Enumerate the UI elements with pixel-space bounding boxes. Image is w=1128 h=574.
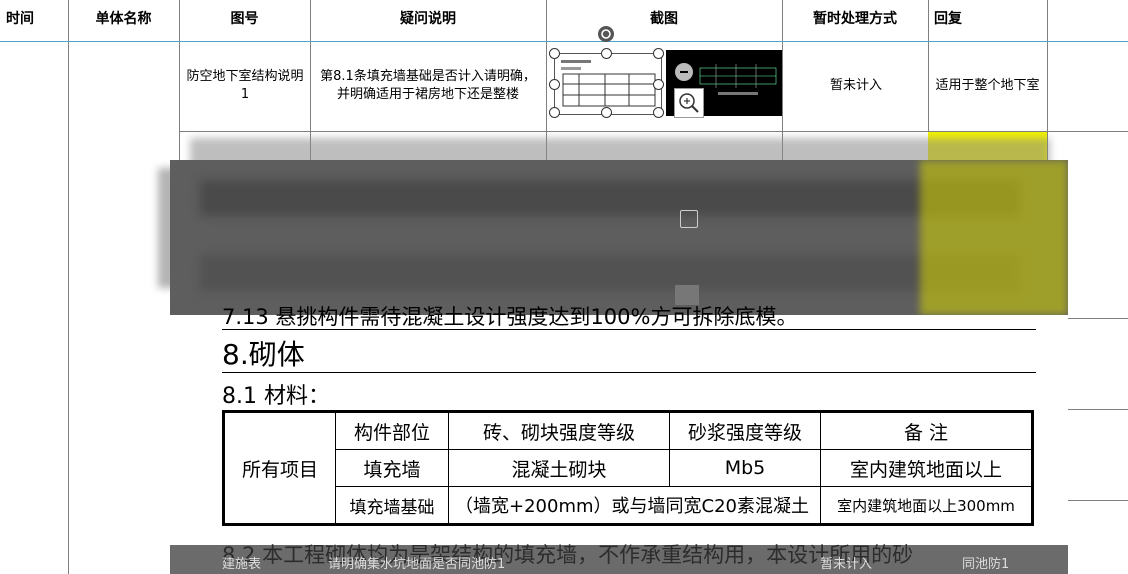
table-cell: 填充墙	[335, 449, 449, 487]
table-cell: 混凝土砌块	[448, 449, 670, 487]
selection-handle[interactable]	[601, 107, 612, 118]
copy-icon[interactable]	[680, 210, 698, 228]
rotate-handle-icon[interactable]	[598, 26, 614, 42]
header-guide-line	[0, 41, 1128, 42]
enlarged-screenshot-popup[interactable]: 7.13 悬挑构件需待混凝土设计强度达到100%方可拆除底模。 8.砌体 8.1…	[170, 160, 1068, 574]
cell-reply: 适用于整个地下室	[935, 78, 1040, 93]
popup-bottom-strip: 8.2 本工程砌体均为是架结构的填充墙，不作承重结构用，本设计所用的砂 建施表 …	[170, 543, 1068, 574]
selection-handle[interactable]	[601, 48, 612, 59]
table-header-cell: 砖、砌块强度等级	[448, 411, 670, 450]
header-reply: 回复	[934, 11, 962, 27]
selection-handle[interactable]	[653, 79, 664, 90]
table-cell: Mb5	[669, 449, 821, 487]
zoom-in-icon[interactable]	[674, 88, 704, 118]
selection-handle[interactable]	[549, 107, 560, 118]
partial-next-clause: 8.2 本工程砌体均为是架结构的填充墙，不作承重结构用，本设计所用的砂	[222, 543, 914, 567]
header-screenshot: 截图	[650, 11, 678, 27]
table-row-label: 所有项目	[223, 411, 336, 525]
selection-handle[interactable]	[653, 107, 664, 118]
bottom-row-question: 请明确集水坑地面是否同池防1	[328, 557, 506, 572]
table-header-cell: 构件部位	[335, 411, 449, 450]
table-cell: 填充墙基础	[335, 486, 449, 525]
table-cell: （墙宽+200mm）或与墙同宽C20素混凝土	[448, 486, 821, 525]
table-cell: 室内建筑地面以上	[820, 449, 1033, 487]
table-header-cell: 备 注	[820, 411, 1033, 450]
header-question: 疑问说明	[400, 11, 456, 27]
table-header-cell: 砂浆强度等级	[669, 411, 821, 450]
bottom-row-handling: 暂未计入	[820, 557, 873, 572]
rotate-arrow-graphic	[601, 29, 611, 39]
selection-handle[interactable]	[653, 48, 664, 59]
subsection-title: 8.1 材料：	[222, 384, 330, 409]
header-temp-handling: 暂时处理方式	[813, 11, 897, 27]
partial-clause-line: 7.13 悬挑构件需待混凝土设计强度达到100%方可拆除底模。	[222, 305, 798, 329]
blur-band	[200, 255, 1020, 291]
selection-handle[interactable]	[549, 79, 560, 90]
bottom-row-reply: 同池防1	[962, 557, 1010, 572]
thumbnail-table-graphic	[561, 60, 656, 107]
header-unit-name: 单体名称	[95, 11, 152, 27]
cell-question: 第8.1条填充墙基础是否计入请明确，并明确适用于裙房地下还是整楼	[320, 69, 536, 102]
table-cell: 室内建筑地面以上300mm	[820, 486, 1033, 525]
popup-blurred-header	[170, 160, 1068, 315]
magnifier-graphic	[679, 93, 699, 113]
material-table: 所有项目 构件部位 砖、砌块强度等级 砂浆强度等级 备 注 填充墙 混凝土砌块 …	[222, 410, 1034, 526]
selection-handle[interactable]	[549, 48, 560, 59]
blur-band	[200, 180, 1020, 216]
section-title: 8.砌体	[222, 338, 305, 371]
rule-line	[222, 372, 1036, 373]
blur-highlight	[920, 160, 1068, 315]
rule-line	[222, 329, 1036, 330]
bottom-row-unit: 建施表	[222, 557, 262, 572]
col-divider	[68, 0, 69, 574]
screenshot-thumbnail-table[interactable]	[554, 53, 662, 115]
header-time: 时间	[6, 11, 34, 27]
cell-drawing-no: 防空地下室结构说明1	[186, 69, 304, 102]
header-drawing-no: 图号	[230, 11, 259, 27]
cell-temp-handling: 暂未计入	[829, 78, 882, 93]
